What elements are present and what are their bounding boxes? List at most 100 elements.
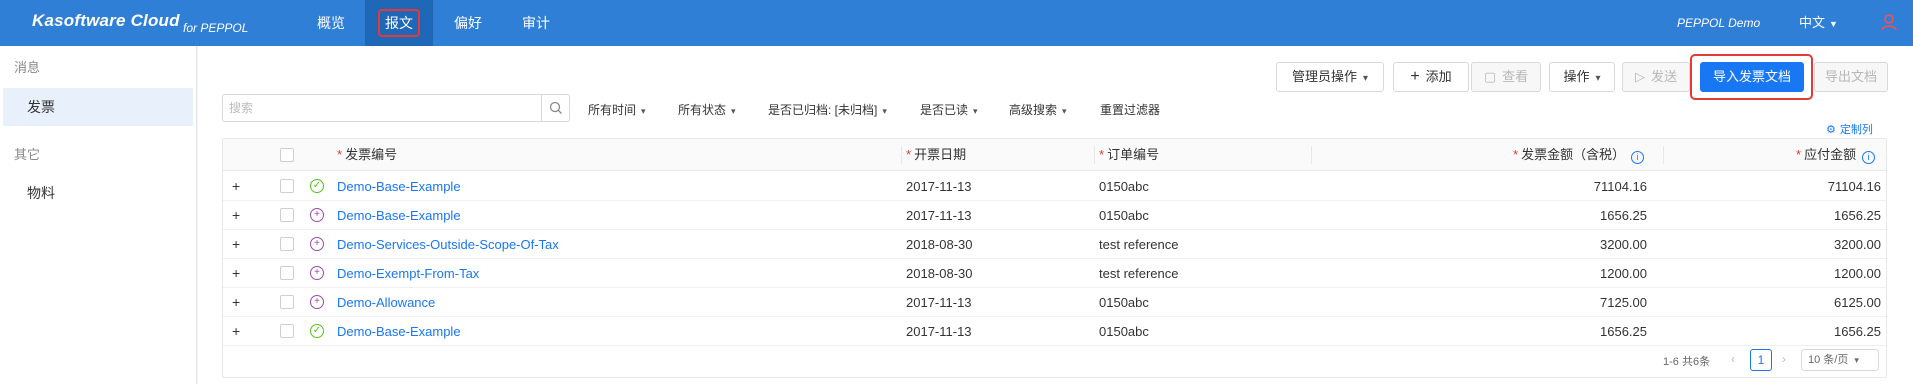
issue-date-cell: 2017-11-13 bbox=[906, 324, 972, 339]
check-circle-icon: ✓ bbox=[310, 324, 324, 338]
invoice-table: * 发票编号 * 开票日期 * 订单编号 * 发票金额（含税） i * 应付金额 i + ✓ De… bbox=[222, 138, 1887, 378]
sidebar-item-invoices[interactable]: 发票 bbox=[3, 88, 193, 126]
export-button[interactable]: 导出文档 bbox=[1814, 62, 1888, 92]
plus-circle-icon: + bbox=[310, 295, 324, 309]
send-icon: ▷ bbox=[1634, 69, 1645, 84]
table-row[interactable]: + ✓ Demo-Base-Example 2017-11-13 0150abc 7110… bbox=[223, 172, 1886, 201]
send-button[interactable]: ▷ 发送 bbox=[1622, 62, 1690, 92]
header-issue-date[interactable]: * 开票日期 bbox=[906, 139, 966, 171]
search-button[interactable] bbox=[541, 95, 569, 121]
column-divider bbox=[1663, 146, 1664, 164]
chevron-down-icon: ▾ bbox=[641, 106, 646, 116]
order-no-cell: 0150abc bbox=[1099, 179, 1149, 194]
expand-row-icon[interactable]: + bbox=[232, 288, 240, 317]
operations-button[interactable]: 操作 ▾ bbox=[1549, 62, 1615, 92]
sidebar-item-materials[interactable]: 物料 bbox=[3, 174, 193, 212]
invoice-link[interactable]: Demo-Allowance bbox=[337, 288, 435, 317]
expand-row-icon[interactable]: + bbox=[232, 317, 240, 346]
row-checkbox[interactable] bbox=[280, 208, 294, 222]
invoice-link[interactable]: Demo-Services-Outside-Scope-Of-Tax bbox=[337, 230, 559, 259]
admin-ops-button[interactable]: 管理员操作 ▾ bbox=[1276, 62, 1384, 92]
next-page-icon[interactable]: › bbox=[1782, 352, 1786, 366]
select-all-checkbox[interactable] bbox=[280, 148, 294, 162]
payable-cell: 71104.16 bbox=[1827, 179, 1881, 194]
language-select[interactable]: 中文 ▼ bbox=[1799, 0, 1838, 46]
nav-overview[interactable]: 概览 bbox=[300, 0, 362, 46]
row-checkbox[interactable] bbox=[280, 237, 294, 251]
search-icon bbox=[549, 101, 562, 114]
prev-page-icon[interactable]: ‹ bbox=[1731, 352, 1735, 366]
invoice-link[interactable]: Demo-Exempt-From-Tax bbox=[337, 259, 479, 288]
brand-subtitle: for PEPPOL bbox=[183, 21, 249, 35]
info-icon[interactable]: i bbox=[1631, 151, 1645, 164]
expand-row-icon[interactable]: + bbox=[232, 172, 240, 201]
issue-date-cell: 2017-11-13 bbox=[906, 208, 972, 223]
nav-audit[interactable]: 审计 bbox=[506, 0, 566, 46]
nav-messages-label: 报文 bbox=[378, 9, 420, 37]
payable-cell: 1200.00 bbox=[1834, 266, 1881, 281]
info-icon[interactable]: i bbox=[1862, 151, 1876, 164]
user-icon[interactable] bbox=[1880, 13, 1898, 31]
header-payable[interactable]: * 应付金额 i bbox=[1796, 139, 1876, 171]
filter-status[interactable]: 所有状态 ▾ bbox=[678, 101, 736, 118]
table-row[interactable]: + ✓ Demo-Base-Example 2017-11-13 0150abc 1656… bbox=[223, 317, 1886, 346]
header-order-no[interactable]: * 订单编号 bbox=[1099, 139, 1159, 171]
table-row[interactable]: + + Demo-Base-Example 2017-11-13 0150abc 1656… bbox=[223, 201, 1886, 230]
filter-time[interactable]: 所有时间 ▾ bbox=[588, 101, 646, 118]
order-no-cell: 0150abc bbox=[1099, 208, 1149, 223]
payable-cell: 1656.25 bbox=[1834, 324, 1881, 339]
page-size-select[interactable]: 10 条/页 ▾ bbox=[1801, 349, 1879, 371]
settings-icon: ⚙ bbox=[1826, 124, 1836, 136]
payable-cell: 1656.25 bbox=[1834, 208, 1881, 223]
order-no-cell: test reference bbox=[1099, 266, 1179, 281]
chevron-down-icon: ▾ bbox=[1362, 73, 1369, 84]
invoice-link[interactable]: Demo-Base-Example bbox=[337, 317, 461, 346]
row-checkbox[interactable] bbox=[280, 295, 294, 309]
column-divider bbox=[1311, 146, 1312, 164]
row-checkbox[interactable] bbox=[280, 324, 294, 338]
invoice-link[interactable]: Demo-Base-Example bbox=[337, 201, 461, 230]
expand-row-icon[interactable]: + bbox=[232, 230, 240, 259]
table-row[interactable]: + + Demo-Exempt-From-Tax 2018-08-30 test ref… bbox=[223, 259, 1886, 288]
sidebar: 消息 发票 其它 物料 bbox=[0, 46, 197, 384]
view-button[interactable]: ▢ 查看 bbox=[1471, 62, 1541, 92]
chevron-down-icon: ▾ bbox=[882, 106, 887, 116]
tenant-name: PEPPOL Demo bbox=[1677, 16, 1761, 30]
column-divider bbox=[1094, 146, 1095, 164]
order-no-cell: 0150abc bbox=[1099, 324, 1149, 339]
row-checkbox[interactable] bbox=[280, 266, 294, 280]
custom-columns-link[interactable]: ⚙ 定制列 bbox=[1826, 121, 1873, 137]
chevron-down-icon: ▾ bbox=[1854, 355, 1859, 365]
header-invoice-no[interactable]: * 发票编号 bbox=[337, 139, 397, 171]
plus-circle-icon: + bbox=[310, 208, 324, 222]
table-row[interactable]: + + Demo-Allowance 2017-11-13 0150abc 7125.00… bbox=[223, 288, 1886, 317]
filter-archived[interactable]: 是否已归档: [未归档] ▾ bbox=[768, 101, 887, 118]
nav-preferences[interactable]: 偏好 bbox=[438, 0, 498, 46]
issue-date-cell: 2017-11-13 bbox=[906, 179, 972, 194]
chevron-down-icon: ▾ bbox=[1062, 106, 1067, 116]
amount-cell: 7125.00 bbox=[1600, 295, 1647, 310]
filter-read[interactable]: 是否已读 ▾ bbox=[920, 101, 978, 118]
chevron-down-icon: ▾ bbox=[1595, 73, 1601, 84]
add-button[interactable]: + 添加 bbox=[1393, 62, 1469, 92]
expand-row-icon[interactable]: + bbox=[232, 259, 240, 288]
expand-row-icon[interactable]: + bbox=[232, 201, 240, 230]
brand-name: Kasoftware Cloud bbox=[32, 11, 180, 30]
invoice-link[interactable]: Demo-Base-Example bbox=[337, 172, 461, 201]
order-no-cell: 0150abc bbox=[1099, 295, 1149, 310]
nav-messages[interactable]: 报文 bbox=[365, 0, 433, 46]
import-invoice-button[interactable]: 导入发票文档 bbox=[1700, 62, 1804, 92]
amount-cell: 1656.25 bbox=[1600, 324, 1647, 339]
search-input[interactable] bbox=[229, 99, 529, 117]
amount-cell: 1200.00 bbox=[1600, 266, 1647, 281]
amount-cell: 71104.16 bbox=[1593, 179, 1647, 194]
row-checkbox[interactable] bbox=[280, 179, 294, 193]
search-field bbox=[222, 94, 570, 122]
header-amount[interactable]: * 发票金额（含税） i bbox=[1513, 139, 1645, 171]
table-row[interactable]: + + Demo-Services-Outside-Scope-Of-Tax 2018… bbox=[223, 230, 1886, 259]
advanced-search[interactable]: 高级搜索 ▾ bbox=[1009, 101, 1067, 118]
reset-filters[interactable]: 重置过滤器 bbox=[1100, 101, 1160, 118]
pagination-total: 1-6 共6条 bbox=[1663, 356, 1711, 368]
page-1-button[interactable]: 1 bbox=[1750, 349, 1772, 371]
top-bar: Kasoftware Cloud for PEPPOL 概览 报文 偏好 审计 … bbox=[0, 0, 1913, 46]
